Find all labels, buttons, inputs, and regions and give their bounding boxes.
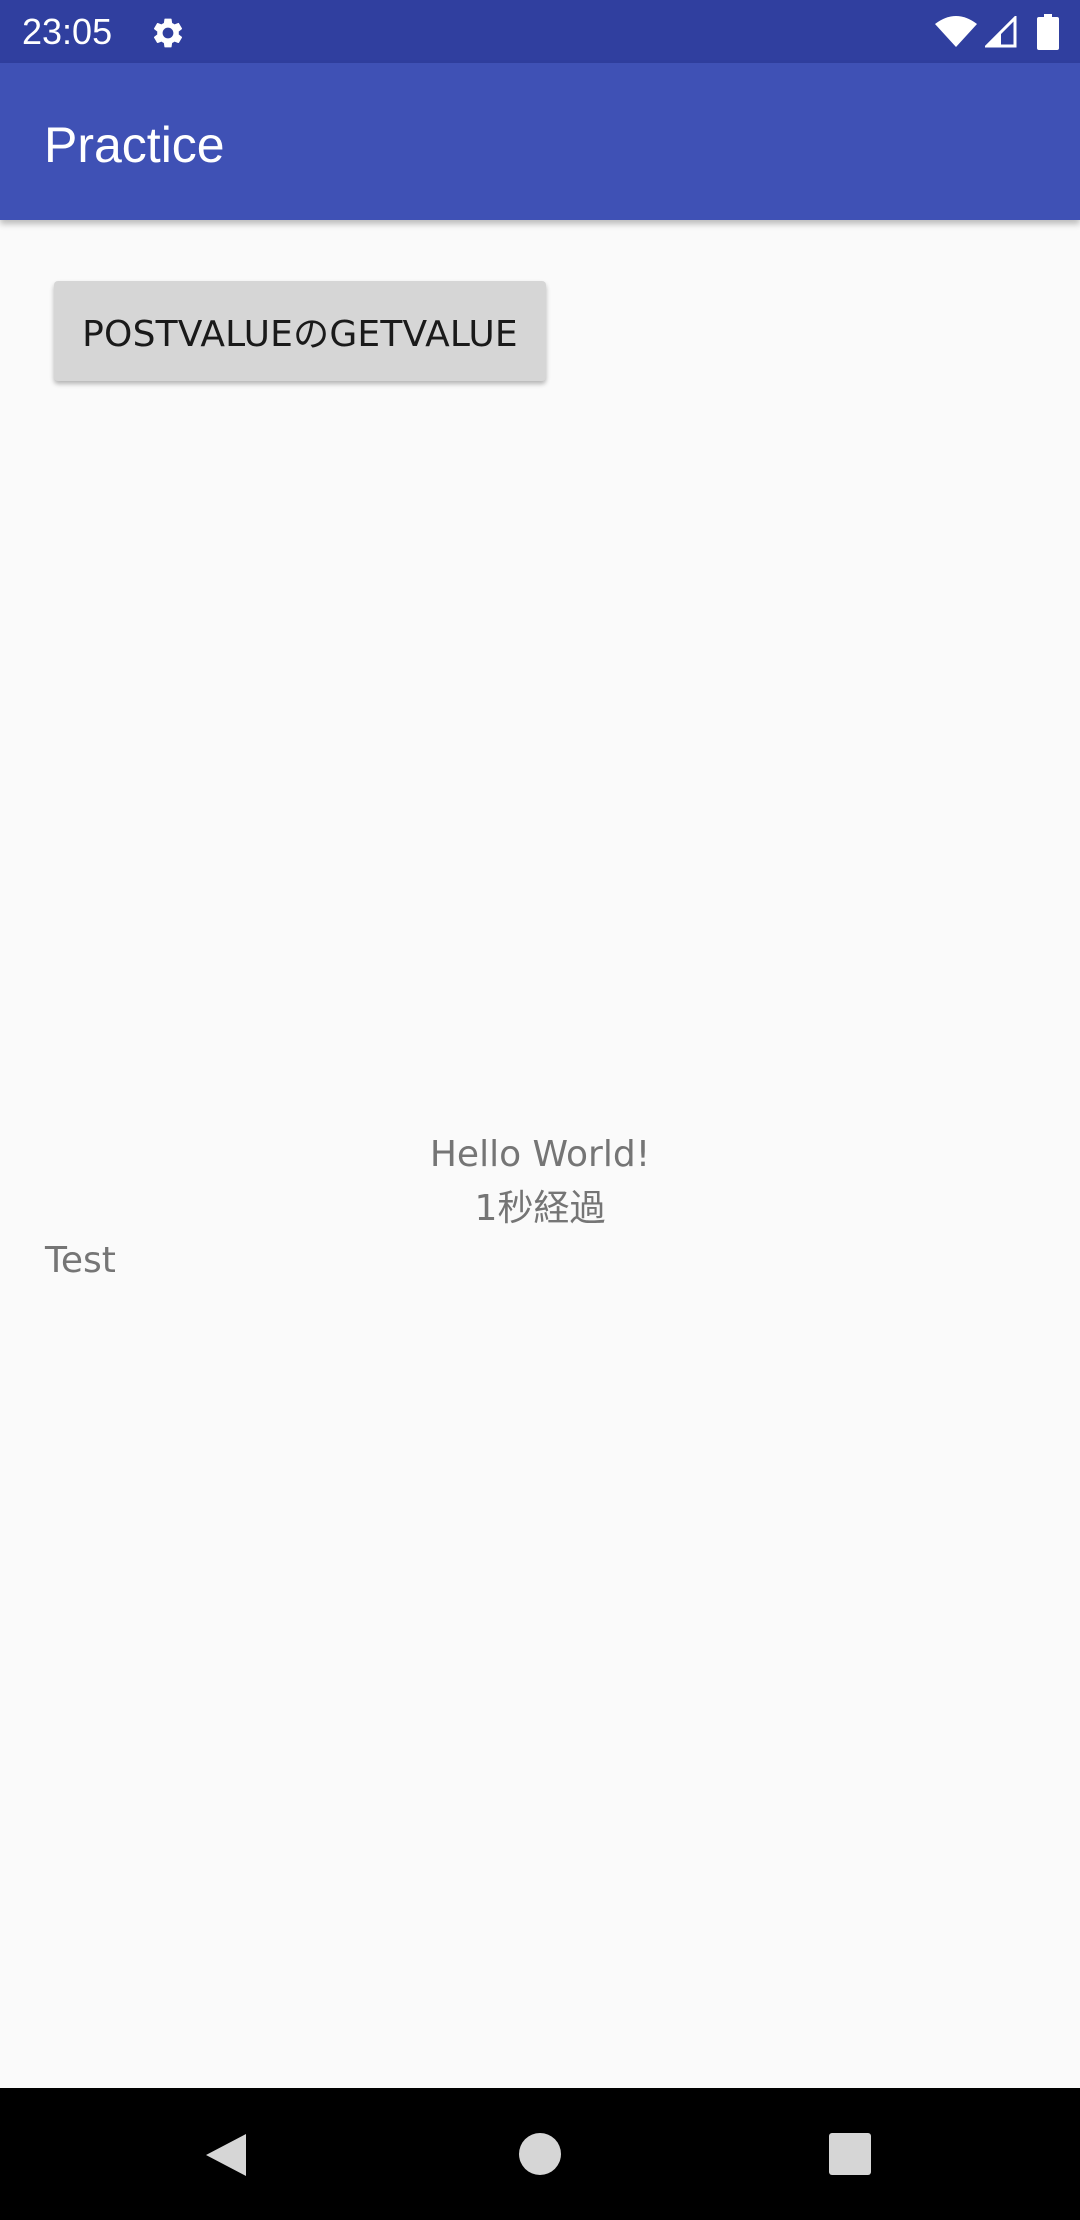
postvalue-getvalue-button[interactable]: POSTVALUEのGETVALUE: [54, 281, 546, 381]
back-icon[interactable]: [204, 2132, 248, 2178]
navigation-bar: [0, 2088, 1080, 2220]
battery-icon: [1037, 14, 1059, 50]
app-screen: 23:05 Practice POSTVALUEのGETVALUE Hello …: [0, 0, 1080, 2220]
recents-icon[interactable]: [829, 2133, 871, 2175]
status-time: 23:05: [22, 11, 113, 52]
wifi-icon: [935, 16, 977, 47]
elapsed-time-text: 1秒経過: [474, 1188, 606, 1229]
status-bar: 23:05: [0, 0, 1080, 63]
gear-icon: [153, 18, 183, 48]
home-icon[interactable]: [519, 2133, 561, 2175]
hello-world-text: Hello World!: [429, 1134, 651, 1175]
app-bar: Practice: [0, 63, 1080, 220]
signal-icon: [985, 16, 1017, 48]
app-title: Practice: [44, 117, 225, 173]
test-text: Test: [45, 1240, 116, 1281]
